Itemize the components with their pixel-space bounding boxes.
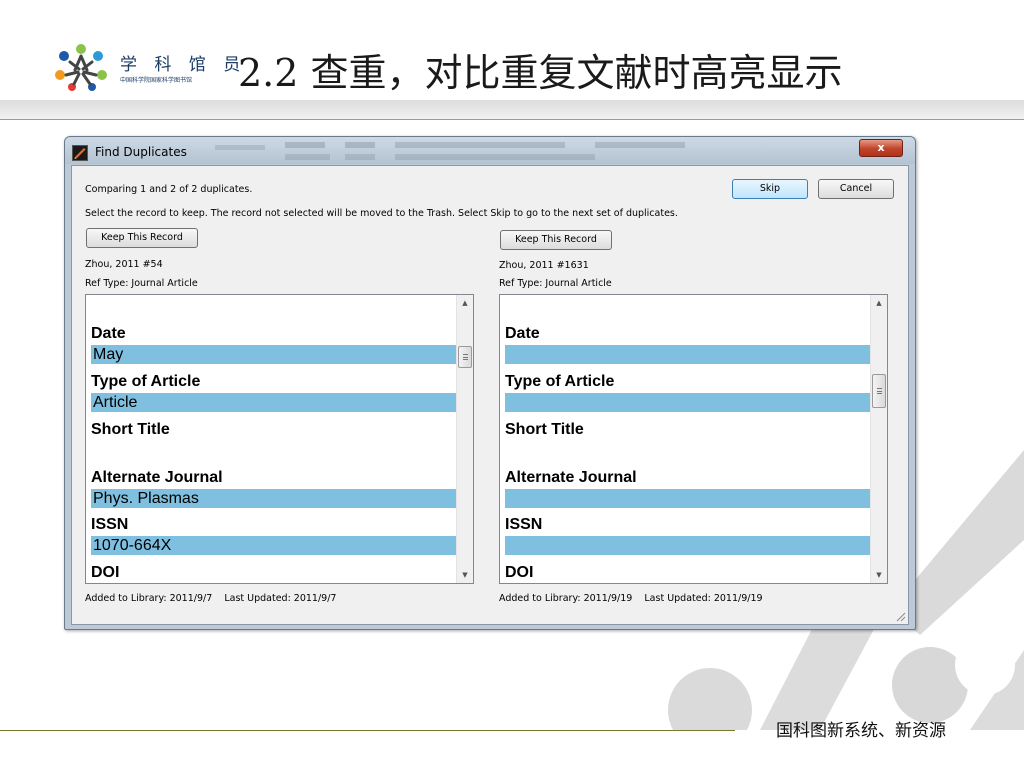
field-label: Type of Article: [91, 373, 201, 390]
slide-title: 2.2 查重，对比重复文献时高亮显示: [238, 51, 843, 95]
field-value-highlighted: 1070-664X: [91, 536, 462, 555]
field-value-highlighted: [505, 345, 876, 364]
scroll-down-arrow-icon[interactable]: ▼: [457, 567, 473, 583]
endnote-app-icon: [72, 145, 88, 161]
instruction-text: Select the record to keep. The record no…: [85, 208, 678, 219]
footer-text: 国科图新系统、新资源: [776, 721, 946, 741]
field-label: DOI: [91, 564, 120, 581]
scroll-thumb[interactable]: [872, 374, 886, 408]
dialog-title: Find Duplicates: [95, 145, 187, 159]
field-value-highlighted: May: [91, 345, 462, 364]
field-label: ISSN: [505, 516, 543, 533]
right-scrollbar[interactable]: ▲ ▼: [870, 295, 887, 583]
field-label: Alternate Journal: [91, 469, 223, 486]
scroll-up-arrow-icon[interactable]: ▲: [457, 295, 473, 311]
close-button[interactable]: x: [859, 139, 903, 157]
keep-left-record-button[interactable]: Keep This Record: [86, 228, 198, 248]
scroll-thumb[interactable]: [458, 346, 472, 368]
cancel-button[interactable]: Cancel: [818, 179, 894, 199]
dialog-titlebar[interactable]: Find Duplicates x: [65, 137, 915, 164]
left-record-panel[interactable]: Date May Type of Article Article Short T…: [85, 294, 474, 584]
field-value-highlighted: [505, 489, 876, 508]
left-ref-type: Ref Type: Journal Article: [85, 278, 198, 289]
footer-divider: [0, 730, 735, 731]
brand-title: 学 科 馆 员: [120, 55, 247, 75]
duplicate-status-text: Comparing 1 and 2 of 2 duplicates.: [85, 184, 253, 195]
field-label: Short Title: [91, 421, 170, 438]
right-library-dates: Added to Library: 2011/9/19 Last Updated…: [499, 593, 763, 604]
field-label: Alternate Journal: [505, 469, 637, 486]
field-value-highlighted: [505, 393, 876, 412]
header-divider: [0, 119, 1024, 120]
background-window-ghost: [215, 142, 685, 160]
field-label: Date: [91, 325, 126, 342]
left-record-id: Zhou, 2011 #54: [85, 259, 163, 270]
right-ref-type: Ref Type: Journal Article: [499, 278, 612, 289]
field-value-highlighted: [505, 536, 876, 555]
field-label: Short Title: [505, 421, 584, 438]
field-value-highlighted: Phys. Plasmas: [91, 489, 462, 508]
logo-icon: [55, 44, 107, 91]
field-label: Date: [505, 325, 540, 342]
field-label: DOI: [505, 564, 534, 581]
keep-right-record-button[interactable]: Keep This Record: [500, 230, 612, 250]
brand-subtitle: 中国科学院国家科学图书馆: [120, 77, 193, 84]
field-label: ISSN: [91, 516, 129, 533]
left-library-dates: Added to Library: 2011/9/7 Last Updated:…: [85, 593, 337, 604]
resize-grip-icon[interactable]: [894, 610, 906, 622]
field-label: Type of Article: [505, 373, 615, 390]
dialog-body: Comparing 1 and 2 of 2 duplicates. Selec…: [71, 165, 909, 625]
left-scrollbar[interactable]: ▲ ▼: [456, 295, 473, 583]
header-band: [0, 100, 1024, 120]
skip-button[interactable]: Skip: [732, 179, 808, 199]
scroll-up-arrow-icon[interactable]: ▲: [871, 295, 887, 311]
scroll-down-arrow-icon[interactable]: ▼: [871, 567, 887, 583]
find-duplicates-dialog: Find Duplicates x Comparing 1 and 2 of 2…: [64, 136, 916, 630]
right-record-panel[interactable]: Date Type of Article Short Title Alterna…: [499, 294, 888, 584]
right-record-id: Zhou, 2011 #1631: [499, 260, 589, 271]
field-value-highlighted: Article: [91, 393, 462, 412]
